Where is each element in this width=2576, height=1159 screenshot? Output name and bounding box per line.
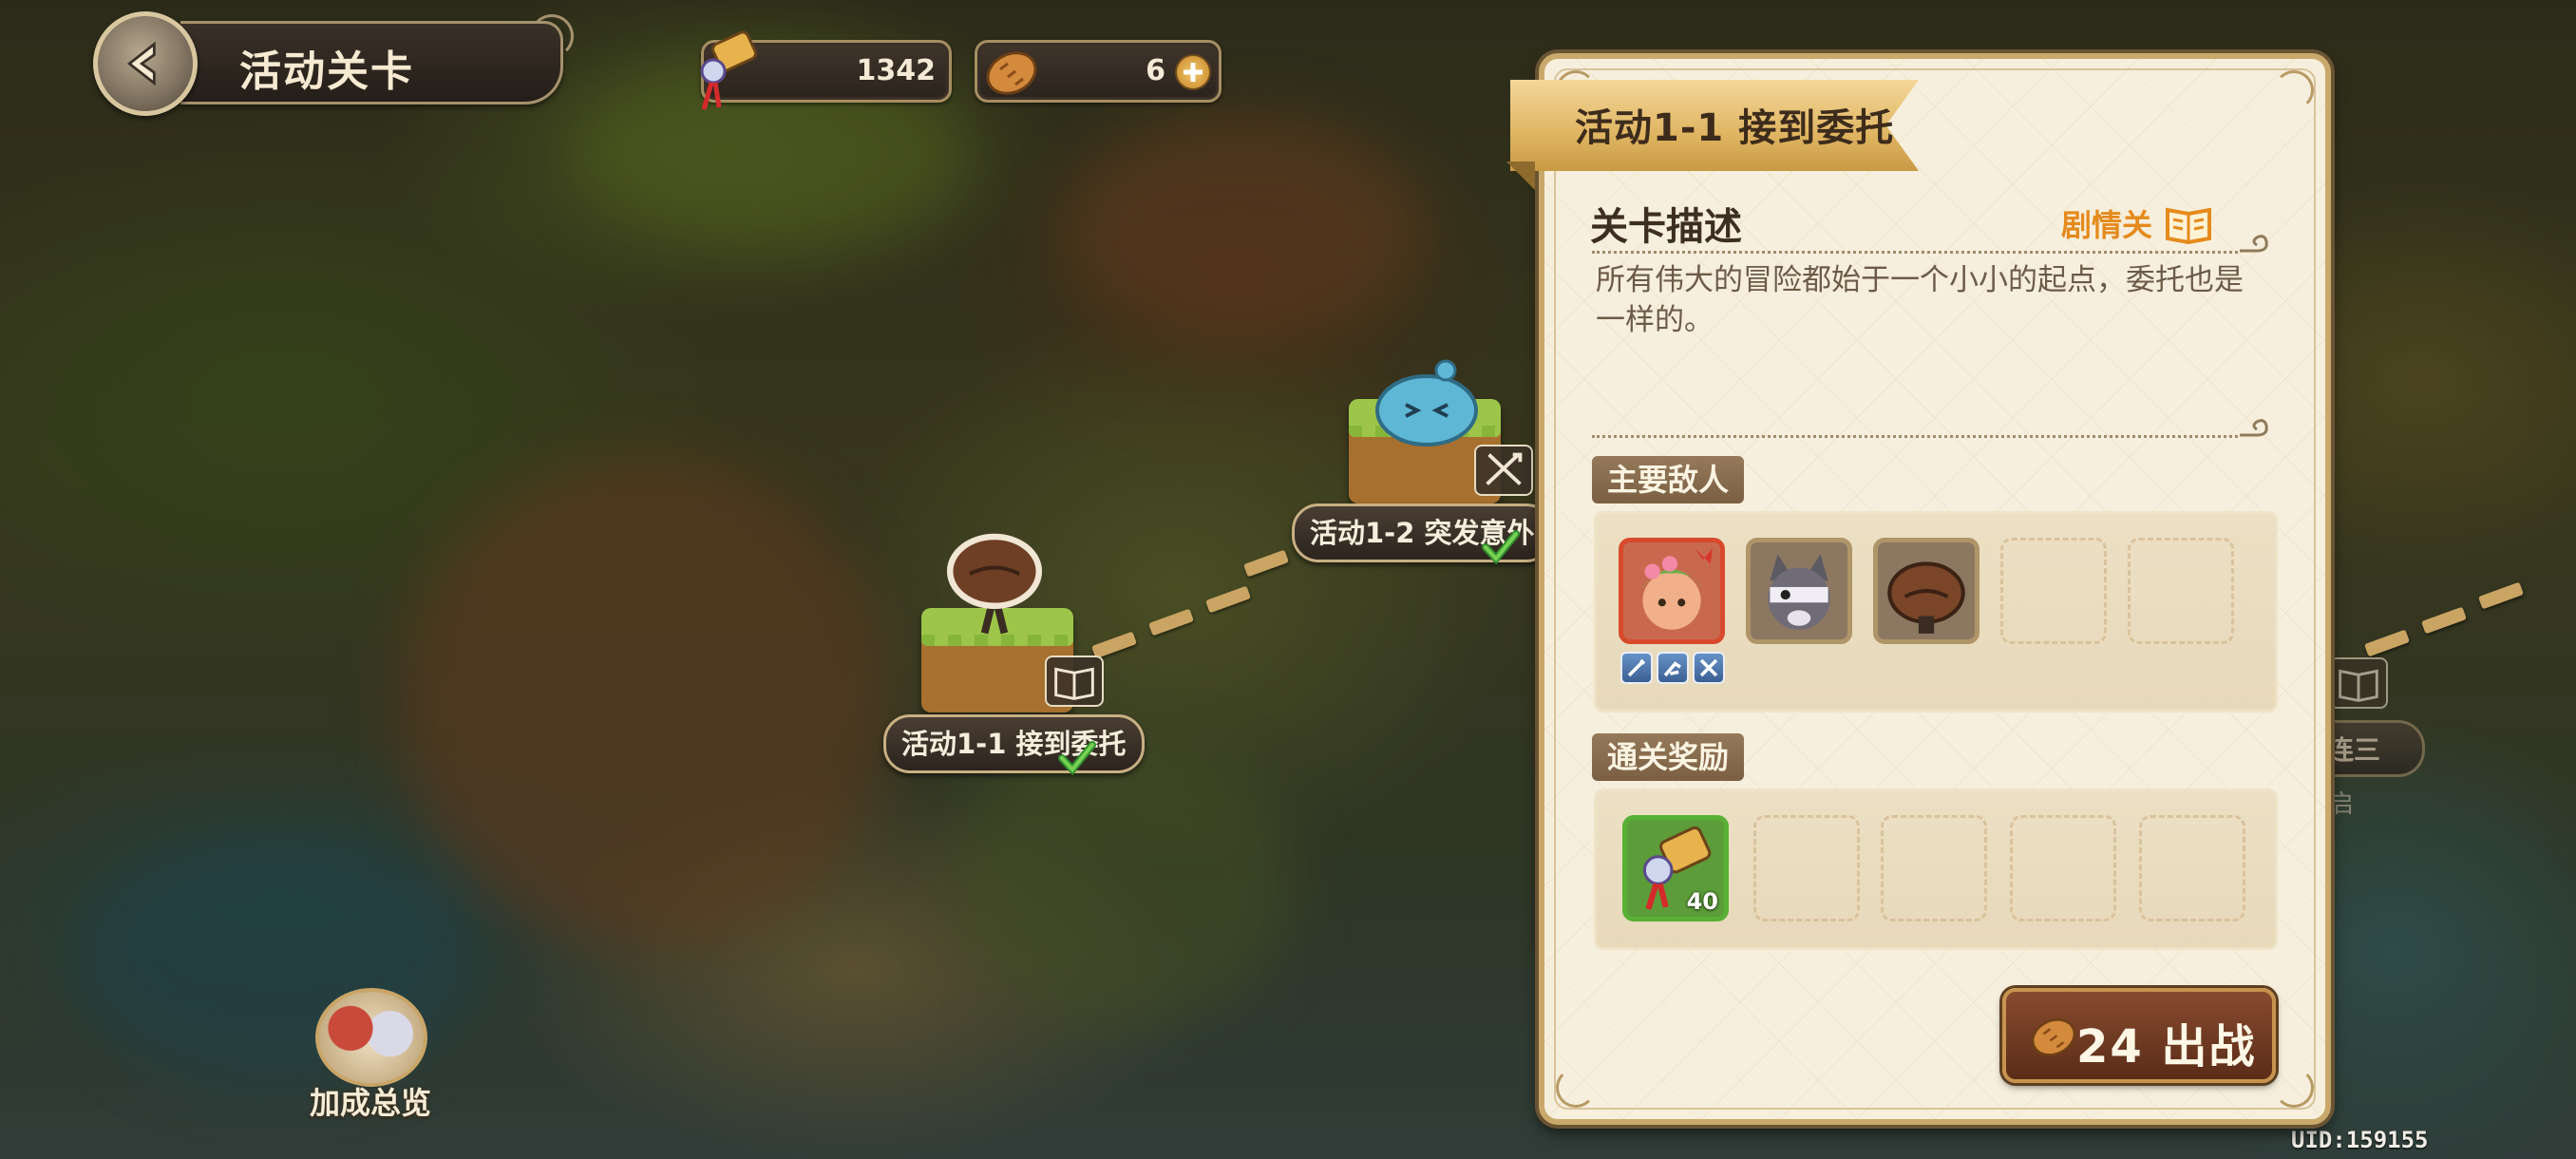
leap-skill-icon [1657, 652, 1689, 684]
description-title: 关卡描述 [1590, 205, 1742, 249]
bonus-overview-label: 加成总览 [309, 1085, 431, 1121]
mushroom-icon [1887, 561, 1965, 634]
back-arrow-icon [126, 41, 156, 86]
stage-node-sublabel: 启 [2329, 790, 2355, 819]
bonus-avatar-icon [315, 988, 427, 1087]
stage-title-ribbon: 活动1-1 接到委托 [1506, 80, 1960, 190]
masked-raccoon-icon [1768, 554, 1830, 630]
corner-ornament [2274, 1068, 2314, 1108]
stage-node-label: 连三 [2327, 734, 2381, 766]
stage-description: 所有伟大的冒险都始于一个小小的起点，委托也是一样的。 [1596, 263, 2244, 337]
scroll-ornament [2240, 235, 2268, 253]
corner-ornament [2274, 70, 2314, 110]
cleared-check-icon [1482, 530, 1520, 564]
enemy-slot-3[interactable] [1873, 538, 1979, 644]
enemy-slot-2[interactable] [1746, 538, 1852, 644]
add-bread-button[interactable] [1175, 54, 1211, 90]
title-ornament [530, 14, 574, 58]
enemies-section-title: 主要敌人 [1592, 456, 1745, 504]
bread-icon [986, 51, 1037, 95]
bread-resource: 6 [975, 40, 1222, 103]
empty-enemy-slot [2000, 538, 2107, 644]
bread-icon [2031, 1018, 2076, 1056]
slime-icon [1375, 359, 1478, 446]
hammer-scroll-icon [700, 30, 757, 110]
bread-count: 6 [1146, 54, 1165, 87]
story-book-icon [1045, 656, 1104, 707]
stage-node-label: 活动1-1 接到委托 [883, 714, 1145, 773]
page-title: 活动关卡 [239, 48, 414, 96]
mushroom-icon [946, 533, 1043, 635]
enemy-slot-boss[interactable] [1619, 538, 1725, 644]
stage-type-label: 剧情关 [2061, 207, 2153, 243]
stage-type-tag: 剧情关 [2061, 201, 2215, 245]
stage-title: 活动1-1 接到委托 [1575, 106, 1895, 150]
empty-reward-slot [2010, 815, 2116, 922]
divider [1592, 251, 2238, 254]
story-book-icon [2329, 657, 2388, 709]
scroll-ornament [2240, 419, 2268, 437]
open-book-icon [2166, 207, 2212, 244]
empty-reward-slot [2139, 815, 2245, 922]
rewards-section-title: 通关奖励 [1592, 733, 1745, 781]
cleared-check-icon [1058, 741, 1096, 775]
reward-count: 40 [1686, 888, 1718, 915]
uid-label: UID:159155 [2291, 1127, 2429, 1153]
empty-enemy-slot [2128, 538, 2234, 644]
reward-slot-1[interactable]: 40 [1622, 815, 1729, 922]
battle-swords-icon [1474, 445, 1533, 496]
divider [1592, 435, 2238, 438]
stage-node-1-2[interactable]: 活动1-2 突发意外 [1292, 352, 1553, 580]
cross-swords-skill-icon [1693, 652, 1725, 684]
hammer-count: 1342 [856, 54, 937, 87]
battle-cost-and-label: 24 出战 [2076, 1009, 2257, 1075]
stage-node-1-1[interactable]: 活动1-1 接到委托 [883, 513, 1145, 798]
back-button[interactable] [93, 11, 198, 116]
battle-label: 出战 [2161, 1020, 2257, 1074]
empty-reward-slot [1753, 815, 1860, 922]
hammer-resource: 1342 [700, 30, 952, 110]
empty-reward-slot [1881, 815, 1987, 922]
bonus-overview-button[interactable]: 加成总览 [304, 988, 437, 1130]
corner-ornament [1556, 1068, 1596, 1108]
dryad-girl-boss-icon [1640, 548, 1713, 630]
title-plate: 活动关卡 [180, 14, 574, 104]
battle-cost: 24 [2076, 1020, 2144, 1074]
sword-skill-icon [1620, 652, 1653, 684]
start-battle-button[interactable]: 24 出战 [2002, 988, 2276, 1083]
